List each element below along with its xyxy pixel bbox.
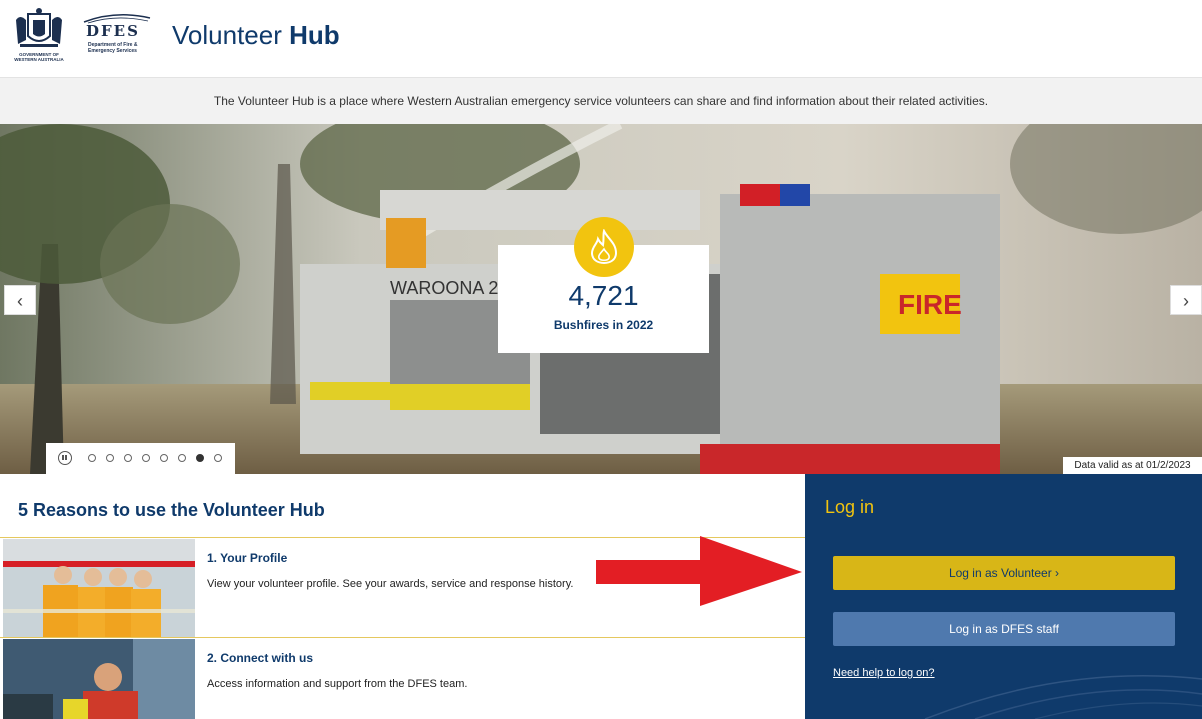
truck-label-2: FIRE (898, 289, 962, 320)
stat-label: Bushfires in 2022 (553, 318, 654, 332)
reason-thumbnail-connect (3, 639, 195, 719)
red-pointer-arrow-icon (596, 536, 802, 606)
login-staff-button[interactable]: Log in as DFES staff (833, 612, 1175, 646)
pause-icon[interactable] (58, 451, 72, 465)
page-title-bold: Hub (289, 20, 340, 50)
reason-title-profile: 1. Your Profile (207, 551, 288, 565)
reason-thumbnail-profile (3, 539, 195, 637)
site-header: GOVERNMENT OF WESTERN AUSTRALIA DFES Dep… (0, 0, 1202, 78)
carousel-indicators (46, 443, 235, 474)
carousel-dot[interactable] (178, 454, 186, 462)
reason-desc-connect: Access information and support from the … (207, 678, 468, 690)
carousel-dot[interactable] (142, 454, 150, 462)
carousel-next-button[interactable]: › (1170, 285, 1202, 315)
intro-text: The Volunteer Hub is a place where Weste… (213, 94, 989, 108)
crest-caption: GOVERNMENT OF WESTERN AUSTRALIA (14, 52, 64, 62)
hero-carousel[interactable]: WAROONA 2.4U FIRE ‹ › 4,721 Bushfires in… (0, 124, 1202, 474)
page-title-light: Volunteer (172, 20, 282, 50)
carousel-dot[interactable] (106, 454, 114, 462)
flame-icon (574, 217, 634, 277)
intro-banner: The Volunteer Hub is a place where Weste… (0, 78, 1202, 124)
carousel-prev-button[interactable]: ‹ (4, 285, 36, 315)
crest-icon (16, 8, 62, 47)
carousel-dot[interactable] (160, 454, 168, 462)
login-panel: Log in Log in as Volunteer › Log in as D… (805, 474, 1202, 719)
data-valid-note: Data valid as at 01/2/2023 (1063, 457, 1202, 474)
dfes-abbrev: DFES (86, 22, 140, 40)
dfes-logo[interactable]: DFES Department of Fire & Emergency Serv… (80, 12, 152, 58)
stat-value: 4,721 (568, 280, 639, 311)
login-heading: Log in (825, 497, 875, 517)
login-help-link[interactable]: Need help to log on? (833, 667, 935, 679)
reason-title-connect: 2. Connect with us (207, 651, 314, 665)
carousel-dot[interactable] (88, 454, 96, 462)
reason-desc-profile: View your volunteer profile. See your aw… (207, 578, 574, 590)
reasons-heading: 5 Reasons to use the Volunteer Hub (18, 500, 325, 520)
login-volunteer-button[interactable]: Log in as Volunteer › (833, 556, 1175, 590)
carousel-dot[interactable] (214, 454, 222, 462)
page-title[interactable]: Volunteer Hub (172, 20, 340, 51)
carousel-dot[interactable] (124, 454, 132, 462)
reason-item-connect[interactable]: 2. Connect with us Access information an… (0, 637, 805, 719)
carousel-dot[interactable] (196, 454, 204, 462)
dfes-full-name: Department of Fire & Emergency Services (88, 42, 138, 54)
wa-government-crest-logo[interactable]: GOVERNMENT OF WESTERN AUSTRALIA (8, 6, 70, 66)
